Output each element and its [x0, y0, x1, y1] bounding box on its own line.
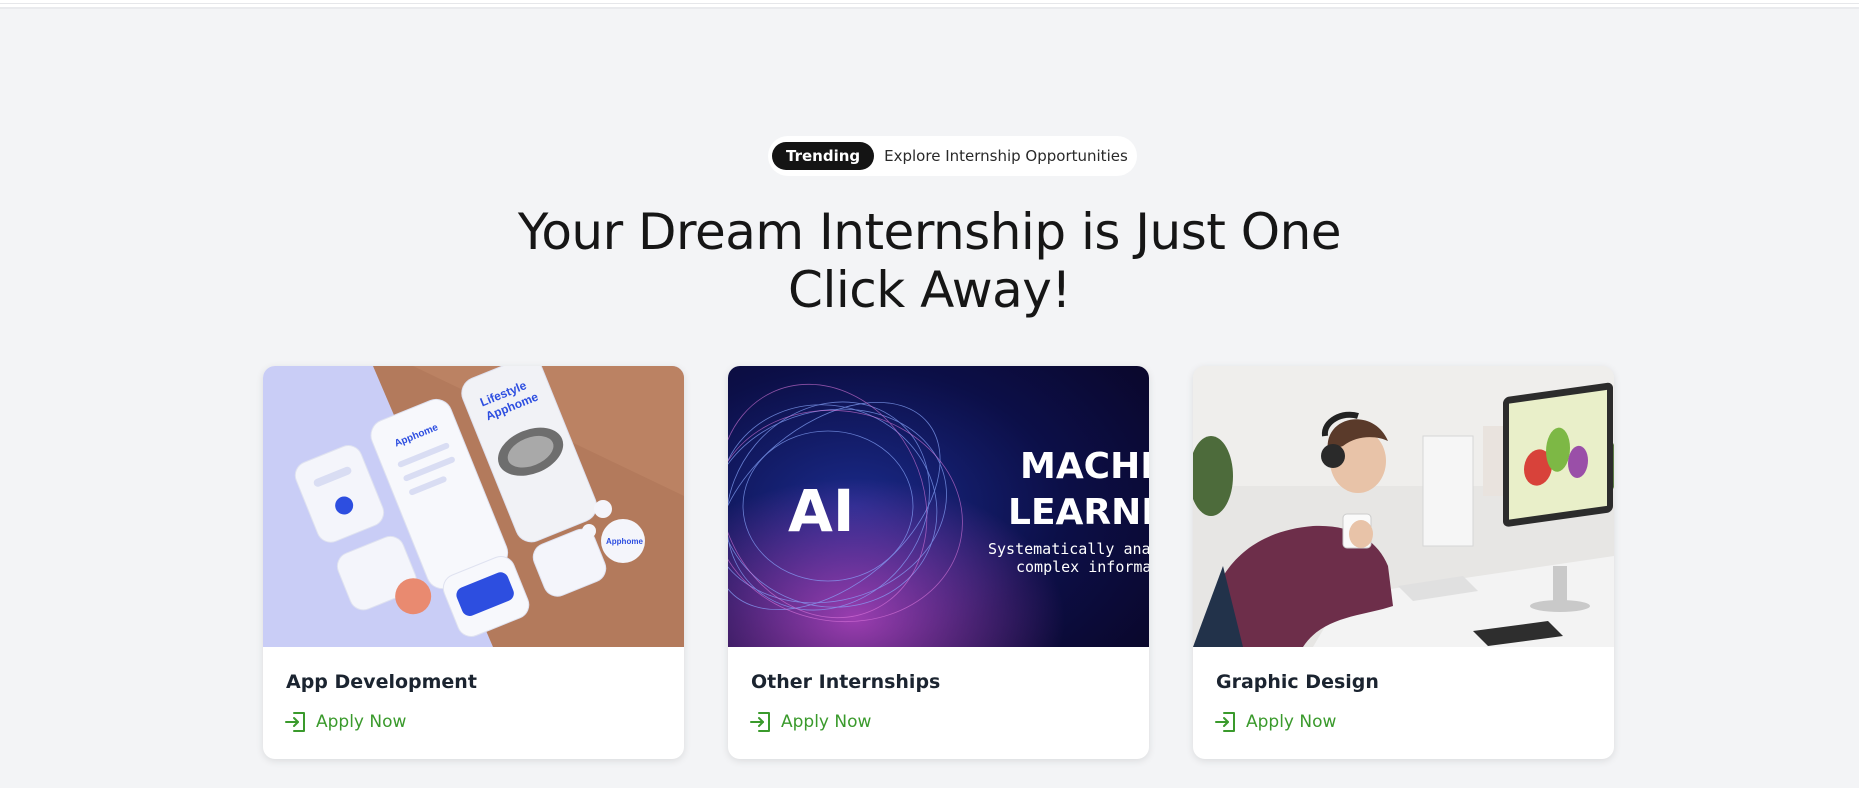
- sign-in-icon: [1214, 710, 1238, 734]
- sign-in-icon: [284, 710, 308, 734]
- apply-now-label: Apply Now: [316, 712, 407, 732]
- card-title: App Development: [286, 671, 477, 693]
- top-nav-bar: [0, 0, 1859, 9]
- internship-card-app-development[interactable]: Apphome Lifestyle Apphome Apphome App De…: [263, 366, 684, 759]
- trending-pill: Trending Explore Internship Opportunitie…: [768, 136, 1137, 176]
- trending-badge: Trending: [772, 142, 875, 170]
- ai-machine-learning-image: AI MACHIN LEARNING Systematically analyz…: [728, 366, 1149, 647]
- svg-text:Apphome: Apphome: [606, 537, 643, 546]
- svg-text:MACHIN: MACHIN: [1020, 446, 1149, 487]
- apply-now-link[interactable]: Apply Now: [1214, 710, 1336, 734]
- internship-card-graphic-design[interactable]: Graphic Design Apply Now: [1193, 366, 1614, 759]
- svg-text:complex informati: complex informati: [1016, 558, 1149, 576]
- apply-now-link[interactable]: Apply Now: [749, 710, 871, 734]
- page-title-line-1: Your Dream Internship is Just One: [517, 203, 1342, 261]
- apply-now-label: Apply Now: [1246, 712, 1337, 732]
- sign-in-icon: [749, 710, 773, 734]
- card-title: Graphic Design: [1216, 671, 1379, 693]
- app-mockups-image: Apphome Lifestyle Apphome Apphome: [263, 366, 684, 647]
- apply-now-link[interactable]: Apply Now: [284, 710, 406, 734]
- trending-text: Explore Internship Opportunities: [884, 147, 1128, 165]
- page-title-line-2: Click Away!: [788, 261, 1071, 319]
- card-title: Other Internships: [751, 671, 941, 693]
- page-title: Your Dream Internship is Just One Click …: [0, 203, 1859, 319]
- internship-card-other-internships[interactable]: AI MACHIN LEARNING Systematically analyz…: [728, 366, 1149, 759]
- ai-image-text: AI: [788, 477, 854, 545]
- designer-at-monitor-image: [1193, 366, 1614, 647]
- svg-text:Systematically analyzi: Systematically analyzi: [988, 540, 1149, 558]
- apply-now-label: Apply Now: [781, 712, 872, 732]
- svg-text:LEARNING: LEARNING: [1008, 492, 1149, 533]
